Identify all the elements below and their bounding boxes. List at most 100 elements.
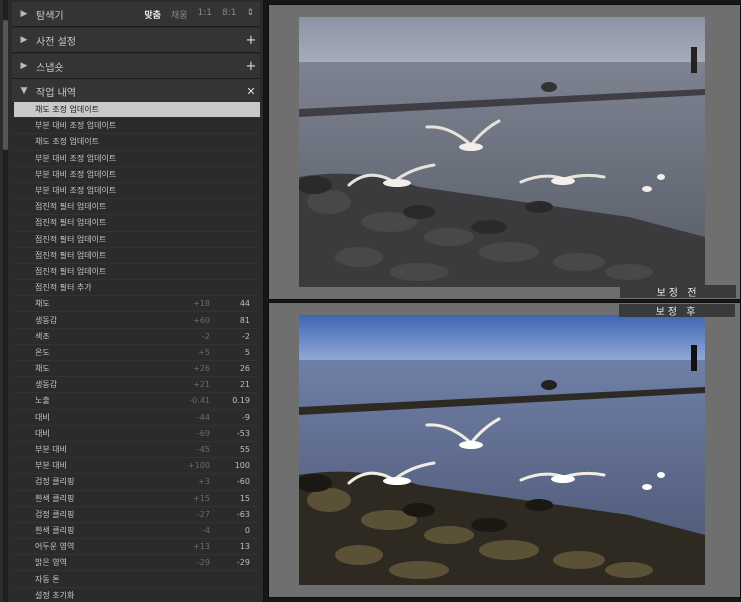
history-item[interactable]: 검정 클리핑 +3 -60 [14,474,260,491]
history-item[interactable]: 색조 -2 -2 [14,329,260,345]
triangle-down-icon[interactable]: ▼ [16,86,32,96]
history-item-value: 55 [239,445,250,455]
navigator-header[interactable]: ▶ 탐색기 맞춤 채움 1:1 8:1 ⇕ [12,2,260,27]
history-item[interactable]: 점진적 필터 업데이트 [14,215,260,232]
history-item[interactable]: 흰색 클리핑 -4 0 [14,523,260,540]
history-item[interactable]: 점진적 필터 업데이트 [14,232,260,248]
history-item-label: 부분 대비 조정 업데이트 [35,153,117,163]
history-item[interactable]: 대비 -44 -9 [14,410,260,426]
history-item[interactable]: 생동감 +21 21 [14,377,260,394]
history-item-label: 자동 톤 [35,574,60,584]
history-item-delta: -4 [202,525,210,535]
history-item[interactable]: 부분 대비 조정 업데이트 [14,183,260,200]
history-item[interactable]: 자동 톤 [14,571,260,588]
history-item-label: 검정 클리핑 [35,509,75,519]
before-photo-image [299,17,705,287]
history-item[interactable]: 채도 조정 업데이트 [14,102,260,119]
history-item-value: 100 [234,461,250,471]
history-item-label: 생동감 [35,380,58,390]
history-item-delta: -44 [196,412,210,422]
history-item[interactable]: 흰색 클리핑 +15 15 [14,491,260,507]
history-item-label: 점진적 필터 업데이트 [35,234,107,244]
history-item[interactable]: 부분 대비 -45 55 [14,442,260,459]
zoom-fill-option[interactable]: 채움 [171,8,188,21]
history-item-label: 채도 조정 업데이트 [35,105,99,115]
history-item-label: 대비 [35,412,50,422]
history-item[interactable]: 부분 대비 +100 100 [14,458,260,475]
triangle-right-icon[interactable]: ▶ [16,9,32,19]
history-item[interactable]: 점진적 필터 업데이트 [14,199,260,216]
zoom-8-1-option[interactable]: 8:1 [222,8,236,21]
history-item-delta: -69 [196,428,210,438]
history-item-label: 온도 [35,347,50,357]
zoom-fit-option[interactable]: 맞춤 [144,8,161,21]
navigator-zoom-options: 맞춤 채움 1:1 8:1 ⇕ [144,8,260,21]
history-item-label: 색조 [35,331,50,341]
close-icon[interactable]: ✕ [242,85,260,98]
history-item[interactable]: 부분 대비 조정 업데이트 [14,151,260,167]
history-item[interactable]: 설정 초기화 [14,588,260,602]
history-item-delta: +21 [193,380,210,390]
history-item[interactable]: 대비 -69 -53 [14,426,260,442]
history-item-delta: +5 [198,347,210,357]
history-item-value: 26 [239,364,250,374]
plus-icon[interactable]: + [242,33,260,48]
after-view[interactable] [268,302,741,598]
history-item[interactable]: 점진적 필터 추가 [14,280,260,297]
history-item-value: 81 [239,315,250,325]
zoom-1-1-option[interactable]: 1:1 [197,8,211,21]
history-item[interactable]: 점진적 필터 업데이트 [14,248,260,264]
history-item[interactable]: 채도 조정 업데이트 [14,134,260,151]
history-item-delta: -0.41 [189,396,210,406]
history-item-delta: +100 [188,461,210,471]
history-item-label: 점진적 필터 업데이트 [35,202,107,212]
history-item-label: 점진적 필터 업데이트 [35,218,107,228]
history-item-label: 대비 [35,428,50,438]
history-item-label: 생동감 [35,315,58,325]
history-item-value: 0.19 [232,396,250,406]
after-photo-image [299,315,705,585]
history-item-label: 노출 [35,396,50,406]
panel-scrollbar-thumb[interactable] [3,20,8,150]
history-item[interactable]: 노출 -0.41 0.19 [14,393,260,410]
history-item-delta: -27 [196,509,210,519]
snapshots-header[interactable]: ▶ 스냅숏 + [12,54,260,79]
history-item[interactable]: 생동감 +60 81 [14,312,260,329]
history-item[interactable]: 어두운 영역 +13 13 [14,539,260,556]
plus-icon[interactable]: + [242,59,260,74]
history-item-label: 검정 클리핑 [35,477,75,487]
before-view[interactable]: 보정 전 [268,4,741,300]
triangle-right-icon[interactable]: ▶ [16,61,32,71]
history-item-value: -63 [236,509,250,519]
history-item-value: -29 [236,558,250,568]
history-item-value: 0 [244,525,250,535]
history-item[interactable]: 부분 대비 조정 업데이트 [14,167,260,183]
zoom-stepper-icon[interactable]: ⇕ [246,8,254,21]
left-panel: ▶ 탐색기 맞춤 채움 1:1 8:1 ⇕ ▶ 사전 설정 + ▶ 스냅숏 + … [0,0,264,602]
history-item-delta: -2 [202,331,210,341]
history-item-label: 점진적 필터 추가 [35,283,92,293]
history-title: 작업 내역 [36,87,76,99]
triangle-right-icon[interactable]: ▶ [16,35,32,45]
history-item[interactable]: 점진적 필터 업데이트 [14,264,260,281]
history-item-label: 부분 대비 조정 업데이트 [35,169,117,179]
history-item-delta: +13 [193,542,210,552]
history-item-label: 점진적 필터 업데이트 [35,250,107,260]
history-item[interactable]: 검정 클리핑 -27 -63 [14,507,260,523]
history-item[interactable]: 채도 +18 44 [14,296,260,313]
history-item-delta: +60 [193,315,210,325]
history-item-value: -2 [242,331,250,341]
presets-header[interactable]: ▶ 사전 설정 + [12,28,260,53]
history-item-label: 밝은 영역 [35,558,67,568]
history-item-label: 어두운 영역 [35,542,75,552]
history-item[interactable]: 부분 대비 조정 업데이트 [14,118,260,135]
navigator-title: 탐색기 [36,10,64,22]
history-item-delta: +26 [193,364,210,374]
history-header[interactable]: ▼ 작업 내역 ✕ [12,79,260,104]
history-item[interactable]: 온도 +5 5 [14,345,260,361]
history-item-label: 부분 대비 [35,461,67,471]
history-item[interactable]: 채도 +26 26 [14,361,260,378]
history-item[interactable]: 밝은 영역 -29 -29 [14,555,260,572]
history-item-label: 채도 조정 업데이트 [35,137,99,147]
history-item-delta: +3 [198,477,210,487]
